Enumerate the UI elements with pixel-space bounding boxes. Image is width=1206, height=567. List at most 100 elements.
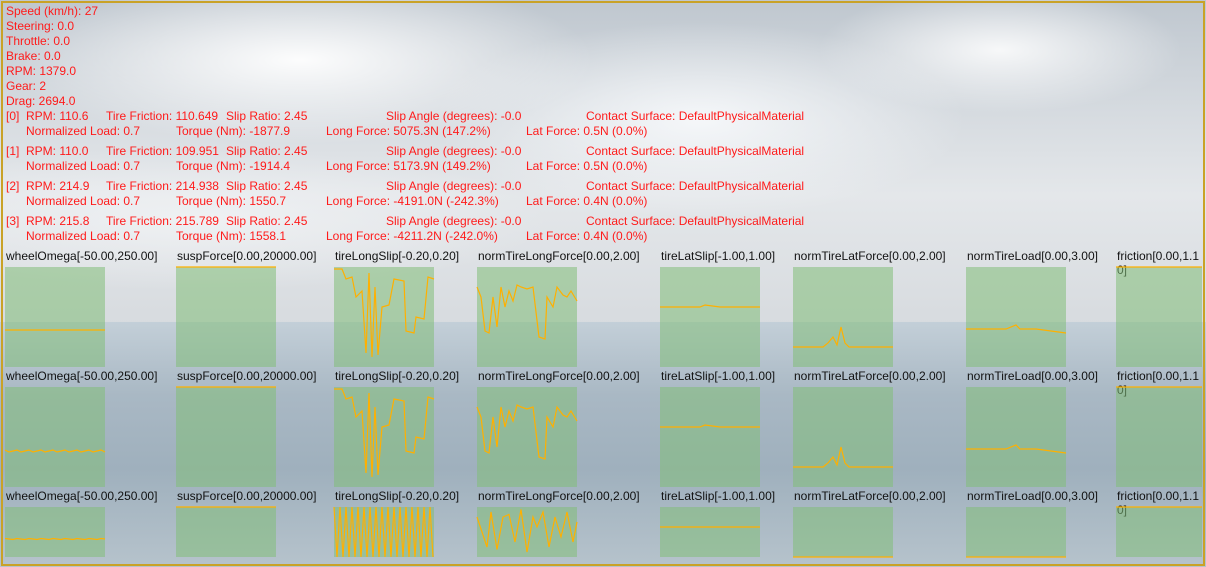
graph-title: tireLongSlip[-0.20,0.20] (335, 489, 460, 503)
wheel-long-force: Long Force: 5173.9N (149.2%) (326, 159, 491, 173)
wheel-surface: Contact Surface: DefaultPhysicalMaterial (586, 214, 805, 228)
graph-title: wheelOmega[-50.00,250.00] (6, 249, 158, 263)
telemetry-graph (334, 267, 434, 367)
graph-trace-line (477, 285, 577, 339)
graph-title: wheelOmega[-50.00,250.00] (6, 369, 158, 383)
telemetry-graph (1116, 387, 1202, 487)
graph-trace (966, 507, 1066, 557)
graph-trace (176, 267, 276, 367)
graph-title: normTireLoad[0.00,3.00] (967, 369, 1098, 383)
graph-title: normTireLatForce[0.00,2.00] (794, 249, 946, 263)
wheel-slip-ratio: Slip Ratio: 2.45 (226, 144, 308, 158)
game-viewport: Speed (km/h): 27 Steering: 0.0 Throttle:… (0, 0, 1206, 567)
graph-title: suspForce[0.00,20000.00] (177, 249, 317, 263)
wheel-index: [1] (6, 144, 20, 158)
wheel-index: [3] (6, 214, 20, 228)
wheel-torque: Torque (Nm): -1914.4 (176, 159, 291, 173)
wheel-rpm: RPM: 214.9 (26, 179, 90, 193)
graph-trace-line (966, 445, 1066, 453)
graph-trace (477, 387, 577, 487)
graph-trace-line (5, 539, 105, 540)
steering-readout: Steering: 0.0 (6, 19, 75, 33)
graph-trace (793, 387, 893, 487)
wheel-norm-load: Normalized Load: 0.7 (26, 194, 141, 208)
telemetry-graph (334, 387, 434, 487)
wheel-friction: Tire Friction: 215.789 (106, 214, 219, 228)
graph-trace-line (793, 447, 893, 467)
graph-trace-line (334, 269, 434, 357)
wheel-slip-angle: Slip Angle (degrees): -0.0 (386, 179, 522, 193)
telemetry-graph (1116, 507, 1202, 557)
telemetry-graph (334, 507, 434, 557)
telemetry-graph (966, 507, 1066, 557)
wheel-rpm: RPM: 215.8 (26, 214, 90, 228)
telemetry-graph (5, 267, 105, 367)
wheel-slip-angle: Slip Angle (degrees): -0.0 (386, 214, 522, 228)
telemetry-graph (1116, 267, 1202, 367)
graph-trace-line (477, 405, 577, 459)
wheel-norm-load: Normalized Load: 0.7 (26, 124, 141, 138)
telemetry-graph (477, 387, 577, 487)
graph-trace (1116, 267, 1202, 367)
graph-trace (660, 507, 760, 557)
graph-trace (334, 507, 434, 557)
telemetry-graph (660, 387, 760, 487)
rpm-readout: RPM: 1379.0 (6, 64, 77, 78)
graph-title: normTireLongForce[0.00,2.00] (478, 249, 640, 263)
graph-title: tireLatSlip[-1.00,1.00] (661, 249, 776, 263)
graph-title: tireLatSlip[-1.00,1.00] (661, 489, 776, 503)
graph-trace (334, 267, 434, 367)
telemetry-graph (793, 387, 893, 487)
graph-trace-line (334, 389, 434, 477)
brake-readout: Brake: 0.0 (6, 49, 61, 63)
wheel-slip-ratio: Slip Ratio: 2.45 (226, 179, 308, 193)
telemetry-graph (660, 267, 760, 367)
graph-title: normTireLongForce[0.00,2.00] (478, 489, 640, 503)
wheel-friction: Tire Friction: 110.649 (106, 109, 219, 123)
wheel-lat-force: Lat Force: 0.5N (0.0%) (526, 124, 648, 138)
graph-title: suspForce[0.00,20000.00] (177, 369, 317, 383)
wheel-friction: Tire Friction: 109.951 (106, 144, 219, 158)
graph-title: normTireLoad[0.00,3.00] (967, 489, 1098, 503)
graph-trace (5, 267, 105, 367)
wheel-index: [0] (6, 109, 20, 123)
wheel-slip-angle: Slip Angle (degrees): -0.0 (386, 109, 522, 123)
graph-title: tireLongSlip[-0.20,0.20] (335, 249, 460, 263)
graph-title: normTireLatForce[0.00,2.00] (794, 369, 946, 383)
telemetry-graph (660, 507, 760, 557)
graph-trace (477, 267, 577, 367)
telemetry-graph (176, 387, 276, 487)
wheel-surface: Contact Surface: DefaultPhysicalMaterial (586, 144, 805, 158)
graph-trace-line (334, 507, 433, 557)
wheel-long-force: Long Force: -4191.0N (-242.3%) (326, 194, 499, 208)
graph-trace (966, 387, 1066, 487)
telemetry-graph (176, 267, 276, 367)
graph-trace (966, 267, 1066, 367)
graph-trace (334, 387, 434, 487)
wheel-lat-force: Lat Force: 0.4N (0.0%) (526, 194, 648, 208)
graph-title: normTireLoad[0.00,3.00] (967, 249, 1098, 263)
graph-title: tireLongSlip[-0.20,0.20] (335, 369, 460, 383)
telemetry-graph (966, 387, 1066, 487)
wheel-index: [2] (6, 179, 20, 193)
wheel-torque: Torque (Nm): 1550.7 (176, 194, 287, 208)
graph-trace (477, 507, 577, 557)
wheel-slip-angle: Slip Angle (degrees): -0.0 (386, 144, 522, 158)
graph-trace (5, 507, 105, 557)
telemetry-graph (966, 267, 1066, 367)
graph-trace-line (5, 450, 105, 452)
gear-readout: Gear: 2 (6, 79, 47, 93)
graph-title: normTireLatForce[0.00,2.00] (794, 489, 946, 503)
graph-title: wheelOmega[-50.00,250.00] (6, 489, 158, 503)
telemetry-graph (477, 507, 577, 557)
wheel-slip-ratio: Slip Ratio: 2.45 (226, 109, 308, 123)
graph-title: tireLatSlip[-1.00,1.00] (661, 369, 776, 383)
wheel-torque: Torque (Nm): -1877.9 (176, 124, 291, 138)
graph-trace (793, 267, 893, 367)
graph-trace (1116, 507, 1202, 557)
graph-trace (660, 387, 760, 487)
telemetry-graph (793, 267, 893, 367)
wheel-torque: Torque (Nm): 1558.1 (176, 229, 287, 243)
wheel-friction: Tire Friction: 214.938 (106, 179, 219, 193)
graph-trace (5, 387, 105, 487)
